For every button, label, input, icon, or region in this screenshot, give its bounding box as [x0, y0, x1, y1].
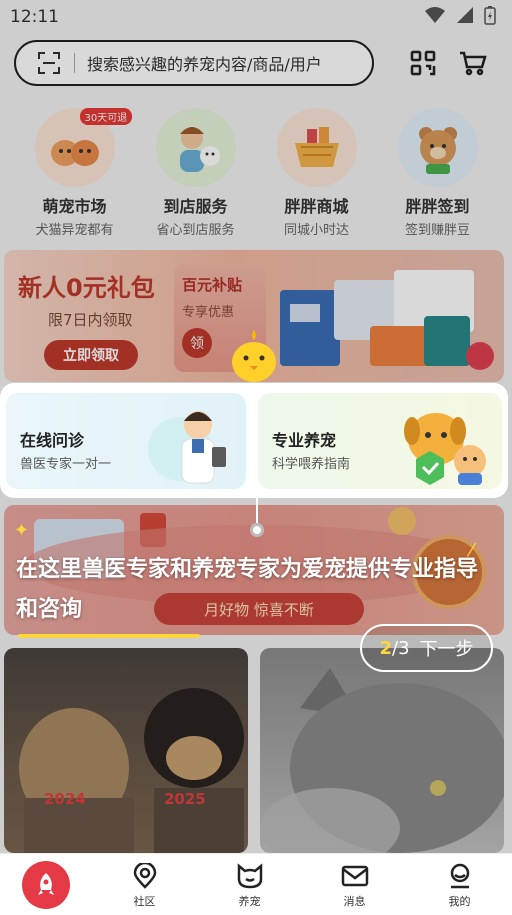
- year-tag: 2025: [164, 790, 206, 808]
- profile-icon: [445, 861, 475, 891]
- nav-subtitle: 签到赚胖豆: [404, 223, 470, 238]
- nav-store-service[interactable]: 到店服务 省心到店服务: [141, 108, 251, 238]
- nav-title: 萌宠市场: [42, 197, 107, 216]
- community-icon: [130, 861, 160, 891]
- status-time: 12:11: [10, 7, 59, 27]
- chick-mascot-icon: [230, 328, 278, 384]
- tab-pet-care[interactable]: 养宠: [197, 861, 302, 909]
- subsidy-title: 百元补贴: [182, 276, 243, 294]
- search-row: 搜索感兴趣的养宠内容/商品/用户: [14, 40, 504, 86]
- nav-subtitle: 同城小时达: [283, 223, 349, 238]
- wifi-icon: [424, 6, 446, 28]
- feed-card[interactable]: 2024 2025: [4, 648, 248, 853]
- step-total: /3: [392, 637, 410, 659]
- nav-pangpang-checkin[interactable]: 胖胖签到 签到赚胖豆: [383, 108, 493, 238]
- feed-card[interactable]: [260, 648, 504, 853]
- cart-icon[interactable]: [458, 48, 488, 78]
- next-step-label: 下一步: [419, 639, 474, 660]
- guide-underline: [18, 634, 200, 638]
- card-title: 专业养宠: [272, 431, 337, 450]
- nav-subtitle: 犬猫异宠都有: [35, 223, 114, 238]
- promo-left: 新人0元礼包 限7日内领取 立即领取: [18, 268, 168, 370]
- battery-icon: [484, 5, 496, 29]
- status-icons: [424, 5, 496, 29]
- claim-circle[interactable]: 领: [182, 328, 212, 358]
- claim-now-button[interactable]: 立即领取: [44, 340, 138, 370]
- nav-title: 胖胖商城: [284, 197, 349, 216]
- search-divider: [74, 53, 75, 73]
- online-consultation-card[interactable]: 在线问诊 兽医专家一对一: [6, 393, 246, 489]
- guide-pointer-line: [256, 498, 258, 524]
- tab-label: 社区: [133, 894, 156, 908]
- nav-pet-market[interactable]: 30天可退 萌宠市场 犬猫异宠都有: [20, 108, 133, 238]
- nav-pangpang-mall[interactable]: 胖胖商城 同城小时达: [262, 108, 372, 238]
- professional-care-card[interactable]: 专业养宠 科学喂养指南: [258, 393, 502, 489]
- tab-home[interactable]: [0, 860, 92, 909]
- card-subtitle: 兽医专家一对一: [20, 457, 112, 472]
- promo-title: 新人0元礼包: [18, 274, 155, 302]
- return-badge: 30天可退: [79, 108, 133, 125]
- search-placeholder: 搜索感兴趣的养宠内容/商品/用户: [87, 55, 322, 74]
- rocket-icon[interactable]: [22, 860, 70, 909]
- next-step-button[interactable]: 2 /3 下一步: [360, 624, 493, 672]
- scan-icon[interactable]: [36, 50, 62, 76]
- groomer-icon: [155, 108, 236, 187]
- subsidy-subtitle: 专享优惠: [182, 305, 235, 320]
- bottom-tab-bar: 社区 养宠 消息 我的: [0, 853, 512, 915]
- qr-code-icon[interactable]: [408, 48, 438, 78]
- dog-cat-shield-icon: [396, 399, 496, 487]
- tab-profile[interactable]: 我的: [407, 861, 512, 909]
- year-tag: 2024: [44, 790, 86, 808]
- card-subtitle: 科学喂养指南: [272, 457, 351, 472]
- sparkle-icon: ✦: [14, 520, 30, 541]
- step-current: 2: [379, 637, 392, 659]
- mail-icon: [340, 861, 370, 891]
- promo-subtitle: 限7日内领取: [48, 311, 133, 329]
- guide-spotlight: 在线问诊 兽医专家一对一 专业养宠 科学喂养指南: [0, 383, 508, 498]
- tab-label: 我的: [448, 894, 471, 908]
- nav-title: 到店服务: [163, 197, 228, 216]
- guide-pointer-dot: [250, 523, 264, 537]
- status-bar: 12:11: [0, 0, 512, 34]
- nav-subtitle: 省心到店服务: [156, 223, 235, 238]
- tab-community[interactable]: 社区: [92, 861, 197, 909]
- nav-title: 胖胖签到: [405, 197, 470, 216]
- search-input[interactable]: 搜索感兴趣的养宠内容/商品/用户: [14, 40, 374, 86]
- bear-mascot-icon: [397, 108, 478, 187]
- guide-description: 在这里兽医专家和养宠专家为爱宠提供专业指导和咨询: [16, 557, 479, 622]
- tab-messages[interactable]: 消息: [302, 861, 407, 909]
- signal-icon: [456, 6, 474, 28]
- card-title: 在线问诊: [20, 431, 85, 450]
- vet-doctor-icon: [140, 399, 240, 487]
- quick-nav: 30天可退 萌宠市场 犬猫异宠都有 到店服务 省心到店服务 胖胖商城 同城小时达…: [0, 108, 512, 238]
- shopping-basket-icon: [276, 108, 357, 187]
- tab-label: 消息: [343, 894, 366, 908]
- product-boxes-image: [274, 260, 496, 372]
- content-feed: 2024 2025: [0, 648, 512, 853]
- tab-label: 养宠: [238, 894, 261, 908]
- cat-face-icon: [235, 861, 265, 891]
- search-tools: [408, 48, 488, 78]
